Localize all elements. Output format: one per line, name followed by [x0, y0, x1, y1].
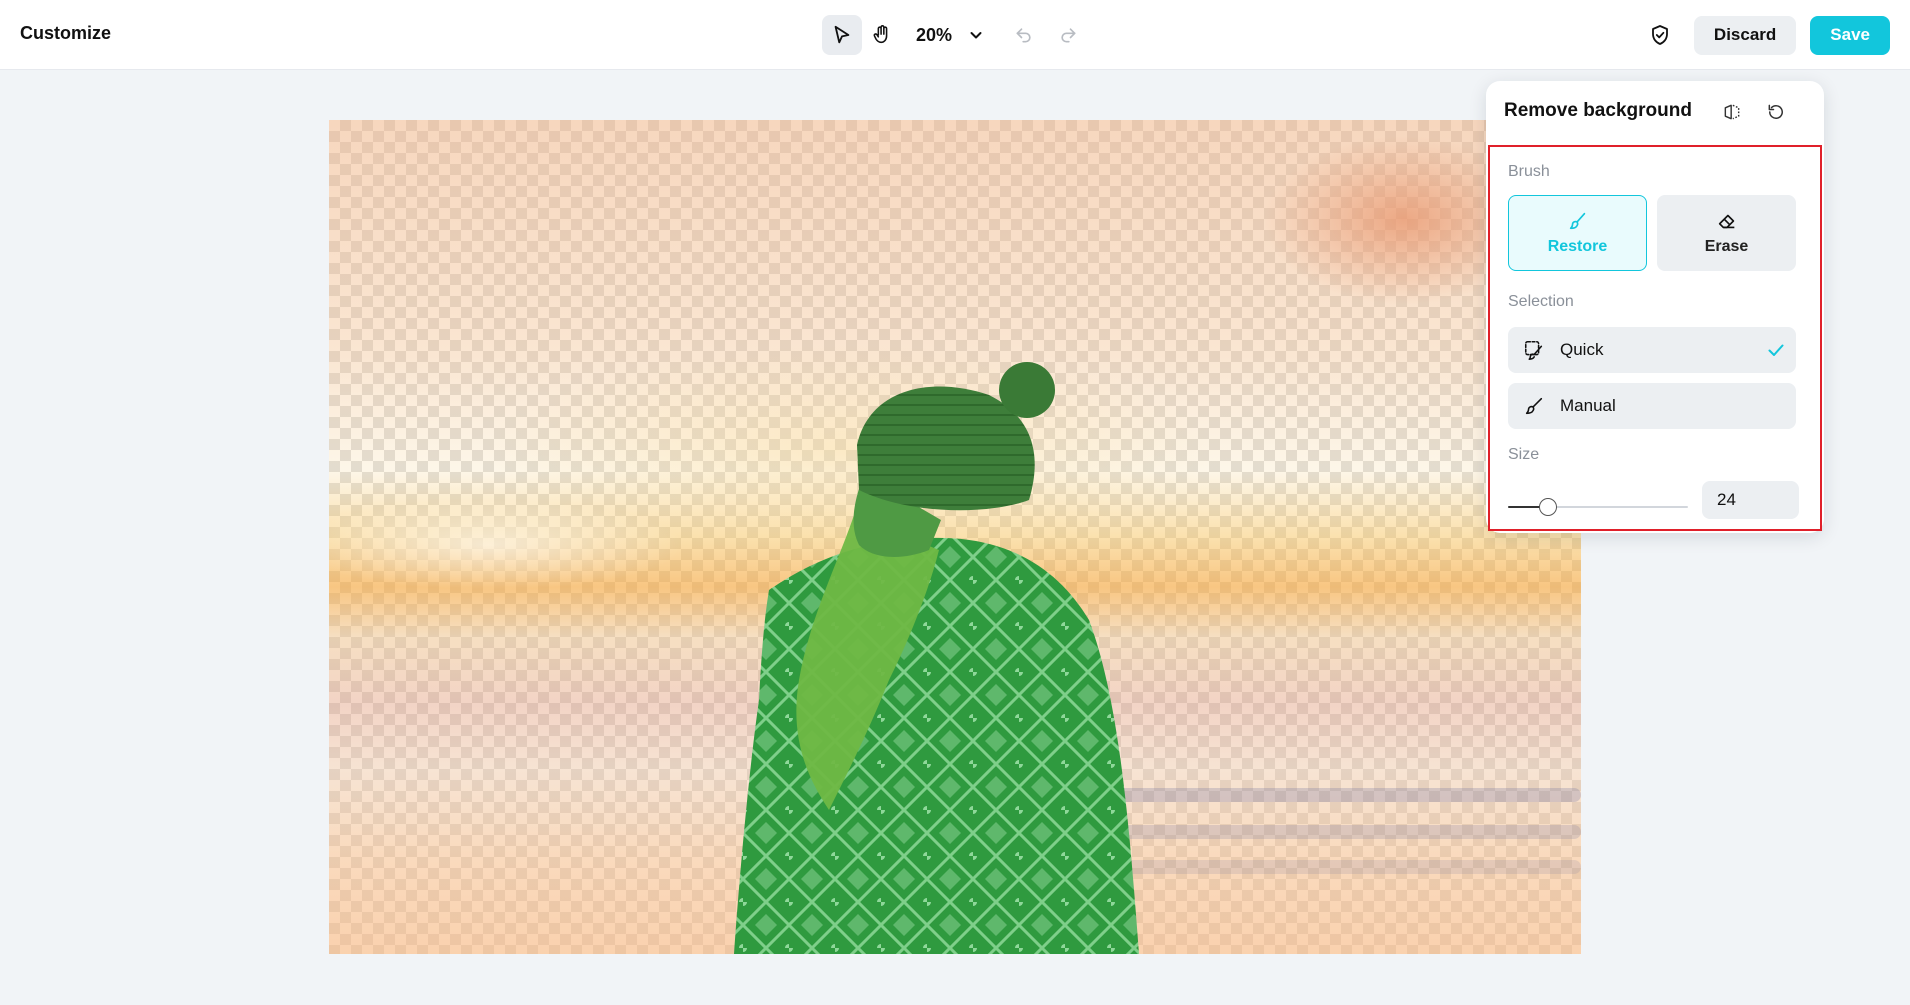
- quick-selection-option[interactable]: Quick: [1508, 327, 1796, 373]
- manual-selection-option[interactable]: Manual: [1508, 383, 1796, 429]
- panel-title: Remove background: [1504, 100, 1692, 121]
- subject-pompom: [999, 362, 1055, 418]
- checkmark-icon: [1768, 344, 1784, 356]
- brush-settings: Brush Restore Erase Selection Quick Manu…: [1488, 145, 1822, 531]
- zoom-menu-button[interactable]: [964, 23, 988, 47]
- compare-button[interactable]: [1716, 96, 1748, 128]
- zoom-level[interactable]: 20%: [916, 25, 952, 46]
- brush-section-label: Brush: [1508, 163, 1550, 180]
- privacy-button[interactable]: [1640, 15, 1680, 55]
- save-button[interactable]: Save: [1810, 15, 1890, 55]
- brush-icon: [1522, 394, 1546, 418]
- top-bar: Customize 20% Discard Save: [0, 0, 1910, 70]
- eraser-icon: [1718, 214, 1734, 229]
- discard-button[interactable]: Discard: [1693, 15, 1797, 55]
- size-input[interactable]: [1702, 481, 1799, 519]
- restore-brush-button[interactable]: Restore: [1508, 195, 1647, 271]
- chevron-down-icon: [970, 32, 982, 39]
- canvas-toolbar: 20%: [822, 15, 1086, 55]
- erase-brush-label: Erase: [1704, 238, 1749, 255]
- header-actions: Discard Save: [1640, 15, 1890, 55]
- redo-icon: [1061, 28, 1076, 43]
- cursor-arrow-icon: [834, 25, 850, 44]
- shield-check-icon: [1652, 25, 1668, 45]
- redo-button[interactable]: [1050, 17, 1086, 53]
- magic-select-icon: [1522, 338, 1546, 362]
- manual-selection-label: Manual: [1560, 396, 1616, 415]
- size-slider[interactable]: [1508, 497, 1688, 517]
- restore-brush-label: Restore: [1547, 238, 1608, 255]
- hand-icon: [873, 25, 888, 44]
- brush-icon: [1569, 212, 1585, 230]
- reset-icon: [1768, 104, 1783, 119]
- pan-tool-button[interactable]: [862, 15, 902, 55]
- select-tool-button[interactable]: [822, 15, 862, 55]
- quick-selection-label: Quick: [1560, 340, 1604, 359]
- reset-button[interactable]: [1760, 96, 1792, 128]
- page-title: Customize: [20, 23, 112, 43]
- selection-section-label: Selection: [1508, 293, 1574, 310]
- size-section-label: Size: [1508, 446, 1540, 463]
- compare-icon: [1724, 104, 1740, 120]
- subject-blanket: [734, 537, 1139, 954]
- remove-background-panel: Remove background Brush Restore Erase Se…: [1486, 81, 1824, 533]
- undo-button[interactable]: [1006, 17, 1042, 53]
- subject-mask: [734, 362, 1139, 954]
- undo-icon: [1016, 28, 1031, 43]
- erase-brush-button[interactable]: Erase: [1657, 195, 1796, 271]
- image-canvas[interactable]: [329, 120, 1581, 954]
- size-slider-thumb[interactable]: [1538, 498, 1557, 516]
